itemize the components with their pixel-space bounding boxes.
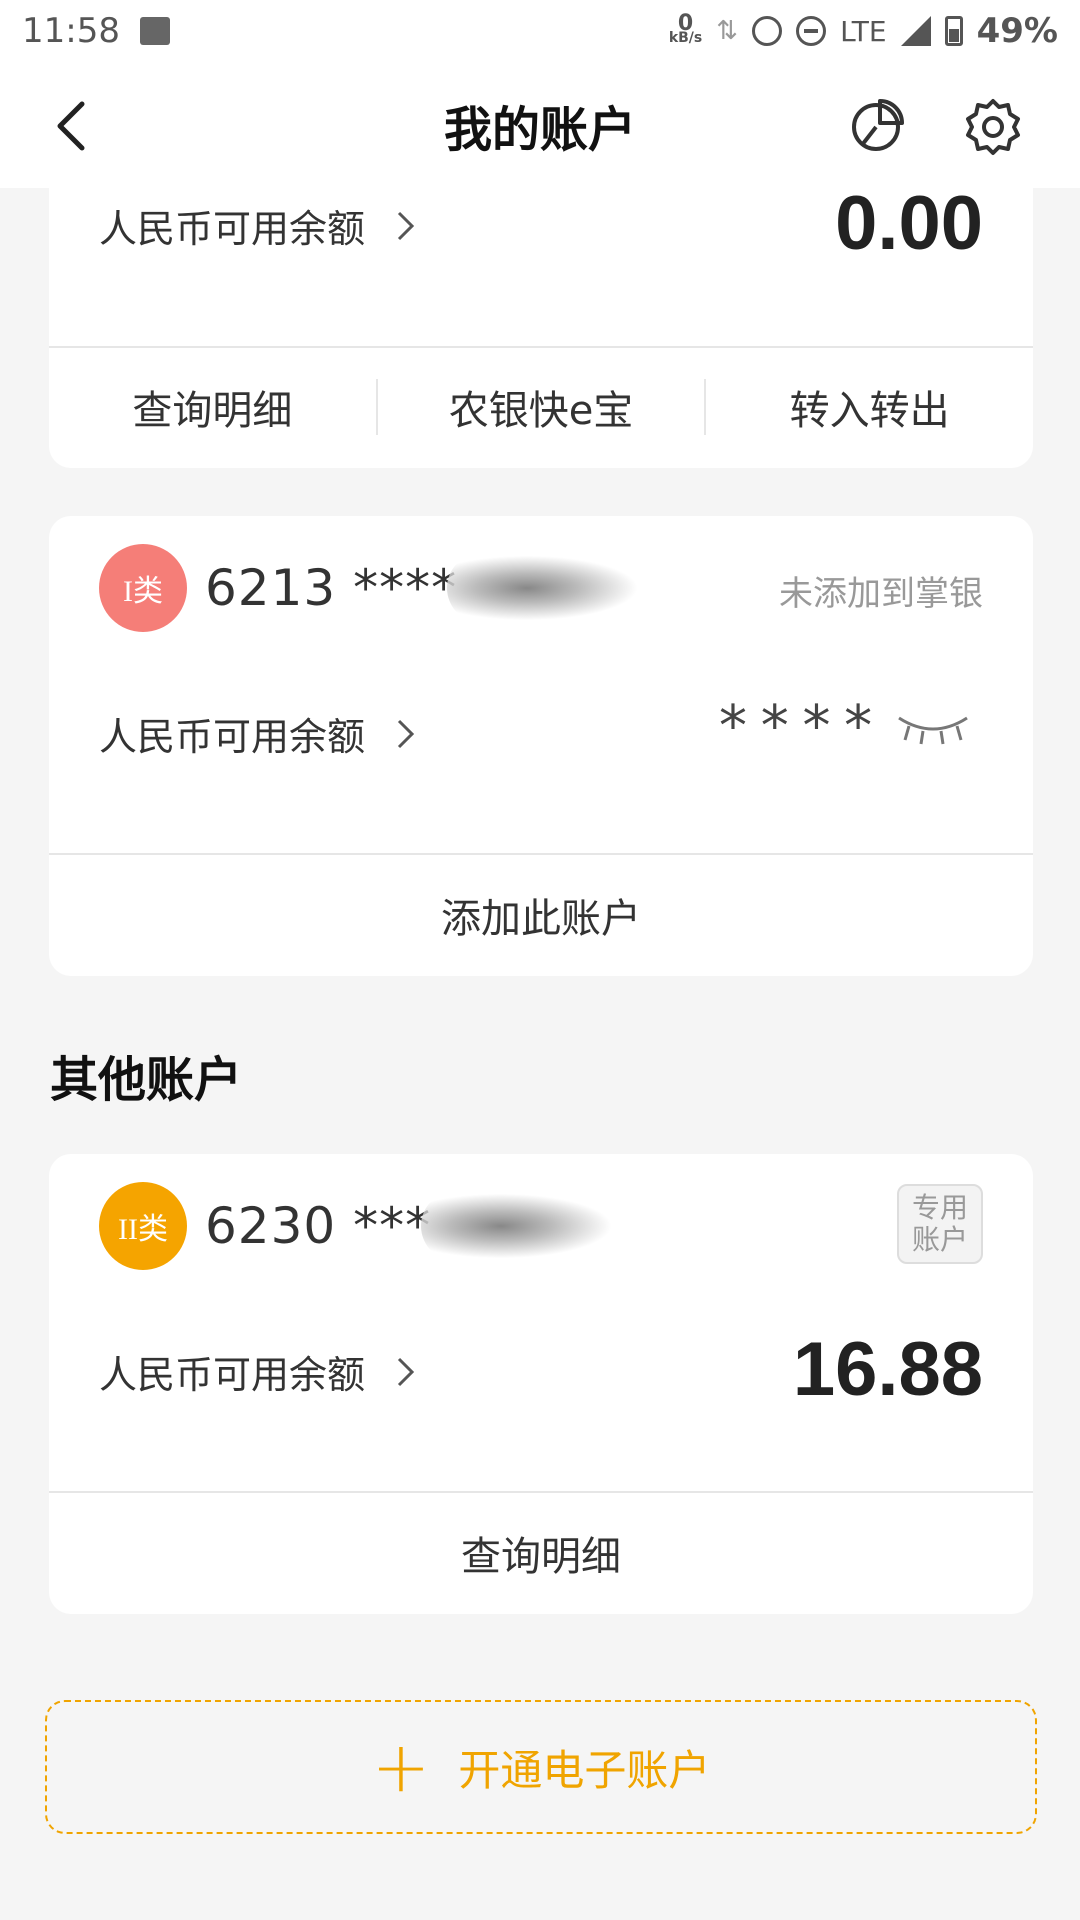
eye-closed-icon[interactable] [895,710,971,750]
class-ii-badge: II类 [99,1182,187,1270]
account-header: II类 6230 *** [99,1182,622,1270]
page-title: 我的账户 [443,102,636,158]
chevron-right-icon [397,719,415,748]
add-account-button[interactable]: 添加此账户 [49,886,1033,944]
chevron-right-icon [397,211,415,240]
gear-icon[interactable] [963,97,1023,157]
network-speed: 0 kB/s [668,11,703,46]
nav-bar: 我的账户 [0,62,1080,188]
balance-label: 人民币可用余额 [99,715,366,759]
battery-percent: 49% [976,11,1058,51]
notification-icon [139,17,170,45]
transfer-button[interactable]: 转入转出 [706,378,1033,436]
masked-number-blur [421,1191,622,1261]
divider [49,1491,1033,1493]
query-details-button[interactable]: 查询明细 [49,378,376,436]
masked-number-blur [447,553,648,623]
alarm-icon [752,16,783,46]
section-title-other-accounts: 其他账户 [50,1052,243,1108]
tag-line-2: 账户 [911,1223,968,1256]
hidden-balance: **** [716,694,883,759]
status-icons: 0 kB/s ⇅ LTE 49% [669,11,1058,51]
do-not-disturb-icon [796,16,827,46]
divider [49,853,1033,855]
back-arrow-icon[interactable] [44,96,104,156]
pie-chart-icon[interactable] [850,97,906,153]
balance-row[interactable]: 人民币可用余额 [99,706,417,761]
signal-icon [900,16,931,46]
balance-row[interactable]: 人民币可用余额 [99,198,417,253]
balance-label: 人民币可用余额 [99,1353,366,1397]
balance-amount: 0.00 [835,181,983,266]
tag-line-1: 专用 [911,1191,968,1224]
query-details-button[interactable]: 查询明细 [49,1524,1033,1582]
account-number: 6213 **** [205,559,458,617]
account-card-top: 人民币可用余额 0.00 查询明细 农银快e宝 转入转出 [49,150,1033,468]
status-bar: 11:58 0 kB/s ⇅ LTE 49% [0,0,1080,62]
network-speed-value: 0 [677,11,694,36]
account-header: I类 6213 **** [99,544,648,632]
account-card-i: I类 6213 **** 未添加到掌银 人民币可用余额 **** 添加此账户 [49,516,1033,976]
dedicated-account-tag: 专用 账户 [897,1184,983,1264]
battery-icon [944,16,963,46]
open-account-label: 开通电子账户 [458,1745,711,1795]
status-time: 11:58 [22,11,120,51]
network-speed-unit: kB/s [668,30,703,46]
balance-amount: 16.88 [792,1327,983,1412]
network-type: LTE [840,14,887,48]
kuaie-bao-button[interactable]: 农银快e宝 [378,378,705,436]
data-arrows-icon: ⇅ [716,16,739,46]
open-electronic-account-button[interactable]: + 开通电子账户 [45,1700,1037,1834]
action-row: 查询明细 农银快e宝 转入转出 [49,346,1033,468]
account-card-ii: II类 6230 *** 专用 账户 人民币可用余额 16.88 查询明细 [49,1154,1033,1614]
not-added-note: 未添加到掌银 [779,574,983,614]
chevron-right-icon [397,1357,415,1386]
balance-row[interactable]: 人民币可用余额 [99,1344,417,1399]
class-i-badge: I类 [99,544,187,632]
account-number: 6230 *** [205,1197,432,1255]
plus-icon: + [371,1726,431,1808]
balance-label: 人民币可用余额 [99,207,366,251]
